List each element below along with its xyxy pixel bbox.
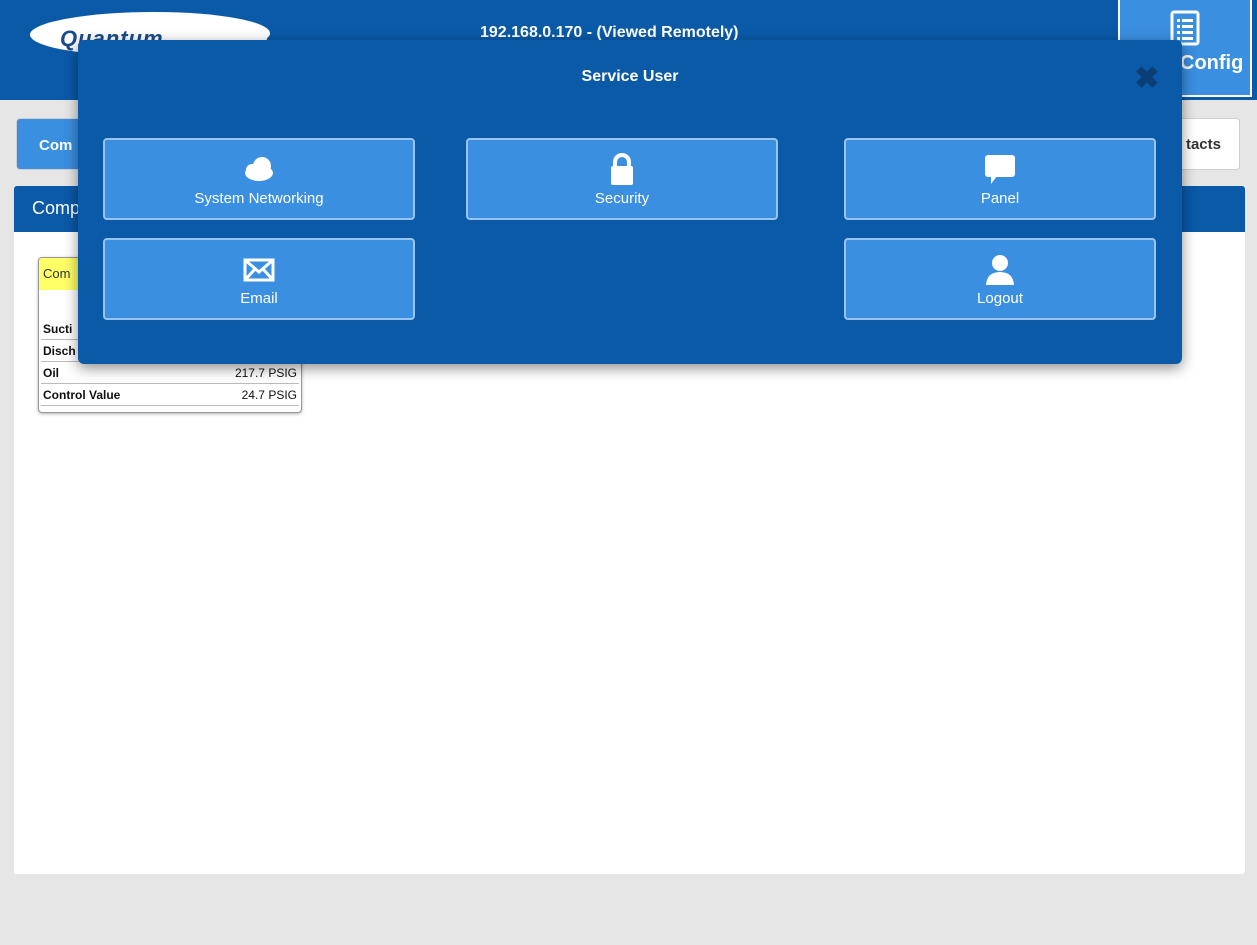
service-user-modal: Service User ✖ System Networking Securit… <box>78 40 1182 364</box>
row-label: Disch <box>43 343 76 358</box>
card-row: Oil 217.7 PSIG <box>41 362 299 384</box>
card-row: Control Value 24.7 PSIG <box>41 384 299 406</box>
logout-button[interactable]: Logout <box>844 238 1156 320</box>
panel-button[interactable]: Panel <box>844 138 1156 220</box>
lock-icon <box>611 153 633 185</box>
row-label: Sucti <box>43 321 73 336</box>
button-label: Security <box>594 190 650 207</box>
close-icon[interactable]: ✖ <box>1134 64 1160 94</box>
row-value: 217.7 PSIG <box>234 365 297 380</box>
security-button[interactable]: Security <box>466 138 778 220</box>
button-label: Email <box>240 290 278 307</box>
button-label: Panel <box>980 190 1020 207</box>
system-networking-button[interactable]: System Networking <box>103 138 415 220</box>
config-label: Config <box>1180 52 1244 74</box>
envelope-icon <box>243 258 275 282</box>
row-label: Control Value <box>43 387 121 402</box>
email-button[interactable]: Email <box>103 238 415 320</box>
user-icon <box>986 255 1014 285</box>
row-value: 24.7 PSIG <box>241 387 297 402</box>
row-label: Oil <box>43 365 60 380</box>
button-label: System Networking <box>194 190 324 207</box>
button-label: Logout <box>977 290 1023 307</box>
speech-bubble-icon <box>985 155 1015 184</box>
cloud-icon <box>245 157 273 181</box>
modal-title: Service User <box>581 68 679 85</box>
